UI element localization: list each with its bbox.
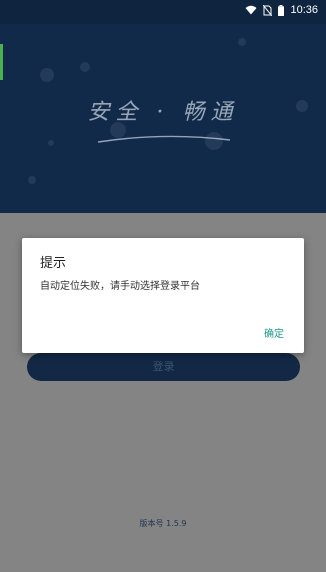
dialog-title: 提示 (40, 256, 67, 271)
hero-banner: 安全 · 畅通 (0, 24, 326, 213)
wifi-icon (245, 5, 257, 15)
slogan: 安全 · 畅通 (87, 100, 239, 125)
dialog-message: 自动定位失败，请手动选择登录平台 (40, 281, 200, 292)
status-bar: 10:36 (0, 0, 326, 24)
alert-dialog: 提示 自动定位失败，请手动选择登录平台 确定 (22, 238, 304, 353)
version-label: 版本号 1.5.9 (139, 519, 187, 528)
status-icons: 10:36 (245, 4, 318, 16)
bokeh-dot (40, 68, 54, 82)
battery-icon (278, 4, 285, 16)
edge-handle (0, 44, 3, 80)
bokeh-dot (28, 176, 36, 184)
bokeh-dot (48, 140, 54, 146)
clock: 10:36 (290, 4, 318, 16)
confirm-button[interactable]: 确定 (264, 325, 284, 340)
no-sim-icon (263, 4, 273, 16)
login-button[interactable]: 登录 (27, 353, 300, 381)
bokeh-dot (80, 62, 90, 72)
swoosh-decoration (97, 135, 231, 143)
bokeh-dot (238, 38, 246, 46)
